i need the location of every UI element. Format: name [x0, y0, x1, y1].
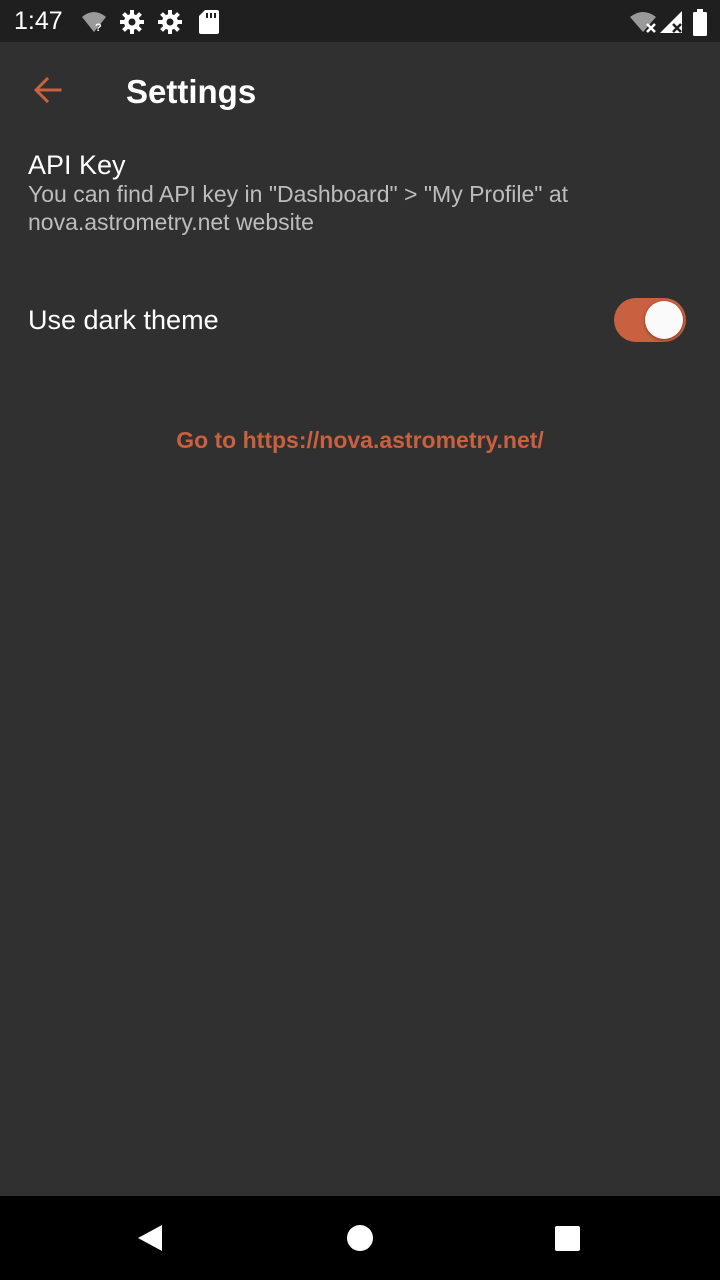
api-key-title: API Key: [28, 150, 126, 180]
back-button[interactable]: [20, 64, 76, 120]
gear-icon: [119, 9, 145, 35]
api-key-preference[interactable]: API Key You can find API key in "Dashboa…: [0, 140, 720, 250]
arrow-back-icon: [32, 74, 64, 111]
svg-text:?: ?: [95, 22, 102, 34]
battery-icon: [692, 9, 718, 36]
gear-icon: [157, 9, 183, 35]
api-key-summary: You can find API key in "Dashboard" > "M…: [28, 181, 569, 235]
page-title: Settings: [126, 73, 257, 110]
home-circle-icon[interactable]: [336, 1214, 384, 1262]
dark-theme-switch[interactable]: [614, 298, 686, 342]
dark-theme-title: Use dark theme: [28, 305, 219, 335]
navigation-bar: [0, 1196, 720, 1280]
app-bar: Settings: [0, 42, 720, 140]
astrometry-link[interactable]: Go to https://nova.astrometry.net/: [0, 424, 720, 456]
wifi-off-icon: [628, 9, 656, 35]
dark-theme-preference[interactable]: Use dark theme: [0, 270, 720, 370]
wifi-unknown-icon: ?: [80, 9, 106, 35]
status-bar: 1:47 ?: [0, 0, 720, 42]
signal-off-icon: [658, 9, 684, 35]
status-time: 1:47: [14, 7, 63, 35]
back-triangle-icon[interactable]: [126, 1214, 174, 1262]
switch-thumb: [645, 301, 683, 339]
recents-square-icon[interactable]: [543, 1214, 591, 1262]
sd-card-icon: [198, 9, 224, 35]
